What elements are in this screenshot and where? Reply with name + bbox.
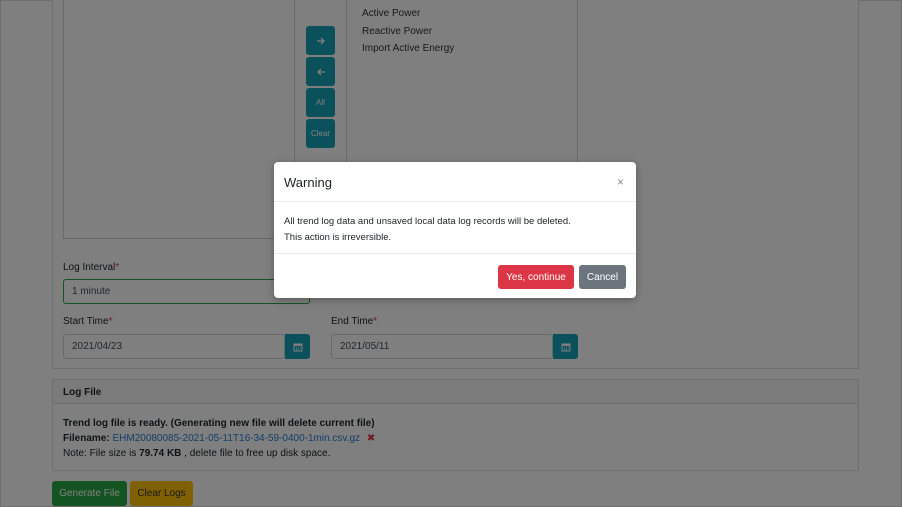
close-icon[interactable]: × (617, 175, 624, 189)
warning-modal: Warning × All trend log data and unsaved… (274, 162, 636, 298)
modal-body: All trend log data and unsaved local dat… (284, 214, 624, 246)
modal-title: Warning (284, 175, 332, 190)
modal-footer: Yes, continue Cancel (274, 253, 636, 298)
confirm-button[interactable]: Yes, continue (498, 265, 574, 289)
modal-message-line-2: This action is irreversible. (284, 232, 392, 243)
modal-message-line-1: All trend log data and unsaved local dat… (284, 216, 571, 227)
cancel-button[interactable]: Cancel (579, 265, 626, 289)
modal-header: Warning × (274, 162, 636, 202)
